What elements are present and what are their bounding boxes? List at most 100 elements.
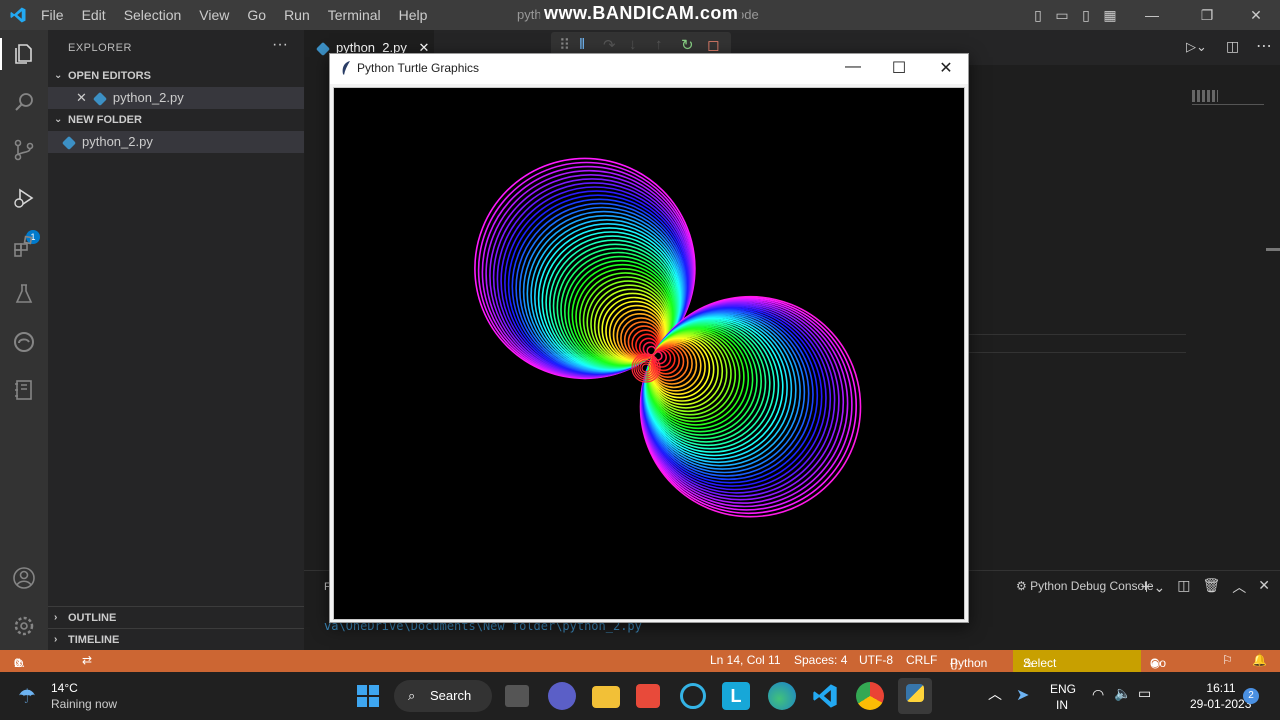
close-panel-icon[interactable]: ✕ xyxy=(1258,577,1270,597)
search-icon: ⌕ xyxy=(408,688,416,703)
restart-icon[interactable]: ↻ xyxy=(681,36,694,54)
file-explorer-icon[interactable] xyxy=(592,686,620,708)
remote-explorer-icon[interactable]: ⇄ xyxy=(82,653,92,667)
close-editor-icon[interactable]: ✕ xyxy=(76,90,87,105)
step-into-icon[interactable]: ↓ xyxy=(629,36,637,53)
python-logo-icon xyxy=(906,684,924,702)
editor-divider xyxy=(968,334,1186,335)
volume-icon[interactable]: 🔈 xyxy=(1114,685,1131,702)
edge-icon[interactable] xyxy=(12,330,36,354)
stop-icon[interactable]: ◻ xyxy=(707,36,719,54)
notebook-icon[interactable] xyxy=(12,378,36,402)
cursor-position[interactable]: Ln 14, Col 11 xyxy=(710,653,781,667)
taskbar-search[interactable]: ⌕ Search xyxy=(394,680,492,712)
open-editors-section[interactable]: ⌄ OPEN EDITORS xyxy=(48,65,304,87)
console-label: Python Debug Console xyxy=(1030,579,1154,593)
teams-chat-icon[interactable] xyxy=(548,682,576,710)
kill-terminal-icon[interactable]: 🗑 xyxy=(1202,577,1220,597)
minimap[interactable] xyxy=(1192,87,1264,105)
notification-count-badge[interactable]: 2 xyxy=(1243,688,1259,704)
chevron-down-icon: ⌄ xyxy=(54,70,63,81)
menu-edit[interactable]: Edit xyxy=(73,0,115,30)
drag-handle-icon[interactable]: ⠿ xyxy=(559,36,570,54)
toggle-secondary-sidebar-icon[interactable]: ▯ xyxy=(1074,7,1098,24)
scrollbar-thumb[interactable] xyxy=(1266,248,1280,251)
pause-icon[interactable]: ‖ xyxy=(579,36,585,53)
cortana-icon[interactable] xyxy=(680,683,706,709)
panel-actions: ＋⌄ ◫ 🗑 ︿ ✕ xyxy=(1140,577,1270,597)
windows-start-icon[interactable] xyxy=(354,682,382,710)
run-debug-icon[interactable] xyxy=(12,186,36,210)
turtle-minimize-button[interactable]: — xyxy=(833,58,873,76)
new-folder-section[interactable]: ⌄ NEW FOLDER xyxy=(48,109,304,131)
step-over-icon[interactable]: ↷ xyxy=(603,36,616,54)
debug-console-selector[interactable]: ⚙ Python Debug Console xyxy=(1016,579,1154,593)
run-file-icon[interactable]: ▷⌄ xyxy=(1186,39,1207,55)
feather-icon xyxy=(342,61,350,75)
l-app-icon[interactable]: L xyxy=(722,682,750,710)
chrome-icon[interactable] xyxy=(856,682,884,710)
feedback-icon[interactable]: ⚐ xyxy=(1222,653,1233,667)
search-icon[interactable] xyxy=(12,90,36,114)
close-icon[interactable]: ✕ xyxy=(1232,7,1280,24)
menu-view[interactable]: View xyxy=(190,0,238,30)
edge-browser-icon[interactable] xyxy=(768,682,796,710)
input-region[interactable]: IN xyxy=(1056,698,1068,712)
taskbar-clock[interactable]: 16:11 xyxy=(1200,681,1242,695)
settings-gear-icon[interactable] xyxy=(12,614,36,638)
toggle-panel-icon[interactable]: ▭ xyxy=(1050,7,1074,24)
explorer-icon[interactable] xyxy=(12,42,36,66)
weather-temp[interactable]: 14°C xyxy=(51,681,78,695)
minimize-icon[interactable]: — xyxy=(1122,7,1182,23)
more-actions-icon[interactable]: ⋯ xyxy=(1256,36,1272,56)
new-terminal-icon[interactable]: ＋⌄ xyxy=(1140,577,1166,597)
menu-terminal[interactable]: Terminal xyxy=(319,0,390,30)
vscode-taskbar-icon[interactable] xyxy=(811,682,839,710)
title-controls: ▯ ▭ ▯ ▦ — ❐ ✕ xyxy=(1026,0,1280,30)
location-arrow-icon[interactable]: ➤ xyxy=(1016,685,1029,705)
weather-status[interactable]: Raining now xyxy=(51,697,117,711)
outline-section[interactable]: › OUTLINE xyxy=(48,606,304,628)
open-editor-item[interactable]: ✕ python_2.py xyxy=(48,87,304,109)
menu-selection[interactable]: Selection xyxy=(115,0,191,30)
toggle-primary-sidebar-icon[interactable]: ▯ xyxy=(1026,7,1050,24)
split-terminal-icon[interactable]: ◫ xyxy=(1177,577,1190,597)
chevron-up-icon[interactable]: ︿ xyxy=(988,684,1002,704)
extensions-icon[interactable] xyxy=(12,234,36,258)
input-language[interactable]: ENG xyxy=(1050,682,1076,696)
menu-run[interactable]: Run xyxy=(275,0,319,30)
testing-icon[interactable] xyxy=(12,282,36,306)
indentation[interactable]: Spaces: 4 xyxy=(794,653,847,667)
battery-icon[interactable]: ▭ xyxy=(1138,685,1151,702)
wifi-icon[interactable]: ◠ xyxy=(1092,686,1104,703)
folder-file-item[interactable]: python_2.py xyxy=(48,131,304,153)
folder-label: NEW FOLDER xyxy=(68,114,142,126)
customize-layout-icon[interactable]: ▦ xyxy=(1098,7,1122,24)
python-taskbar-icon[interactable] xyxy=(898,678,932,714)
python-file-icon xyxy=(61,135,77,150)
restore-icon[interactable]: ❐ xyxy=(1182,7,1232,24)
turtle-title-bar[interactable]: Python Turtle Graphics — ☐ ✕ xyxy=(330,54,968,84)
notifications-bell-icon[interactable]: 🔔 xyxy=(1252,653,1267,667)
account-icon[interactable] xyxy=(12,566,36,590)
turtle-canvas[interactable] xyxy=(333,87,965,620)
menu-go[interactable]: Go xyxy=(238,0,275,30)
turtle-close-button[interactable]: ✕ xyxy=(926,58,966,78)
timeline-section[interactable]: › TIMELINE xyxy=(48,628,304,650)
more-actions-icon[interactable]: ··· xyxy=(272,36,288,54)
step-out-icon[interactable]: ↑ xyxy=(655,36,663,53)
status-bar: ⊗ 0 ⚠ 0 ⇄ Ln 14, Col 11 Spaces: 4 UTF-8 … xyxy=(0,650,1280,684)
menu-help[interactable]: Help xyxy=(390,0,437,30)
select-interpreter-button[interactable]: ⚠ Select Interpreter xyxy=(1013,650,1141,684)
maximize-panel-icon[interactable]: ︿ xyxy=(1232,577,1246,597)
encoding[interactable]: UTF-8 xyxy=(859,653,893,667)
taskbar-date[interactable]: 29-01-2023 xyxy=(1190,697,1251,711)
menu-file[interactable]: File xyxy=(32,0,73,30)
store-icon[interactable] xyxy=(636,684,660,708)
task-view-icon[interactable] xyxy=(505,685,529,707)
turtle-maximize-button[interactable]: ☐ xyxy=(879,58,919,78)
split-editor-icon[interactable]: ◫ xyxy=(1226,38,1239,55)
active-indicator xyxy=(0,38,2,70)
source-control-icon[interactable] xyxy=(12,138,36,162)
line-ending[interactable]: CRLF xyxy=(906,653,937,667)
